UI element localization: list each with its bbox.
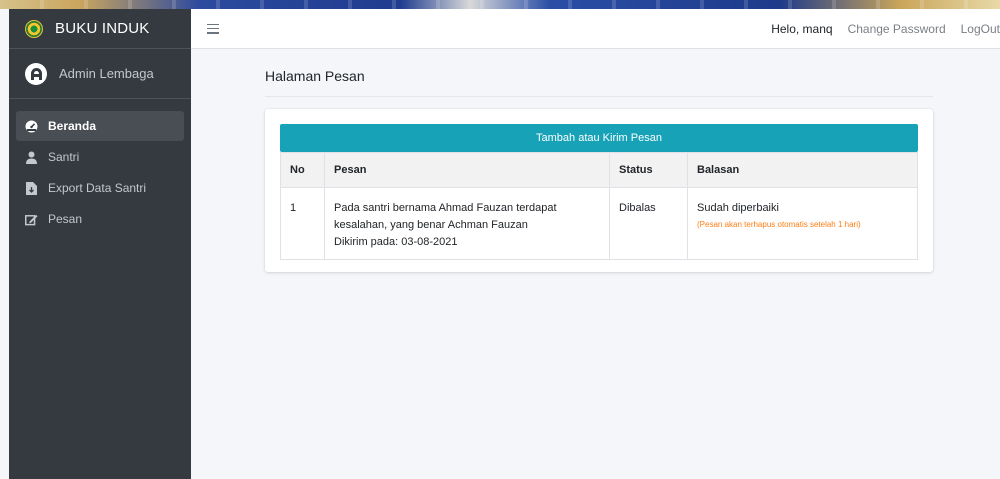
reply-note: (Pesan akan terhapus otomatis setelah 1 …	[697, 220, 861, 229]
user-icon	[25, 151, 38, 164]
sidebar-item-label: Pesan	[48, 212, 83, 226]
brand[interactable]: BUKU INDUK	[9, 9, 191, 49]
page-title: Halaman Pesan	[265, 68, 365, 84]
greeting-text: Helo, manq	[771, 21, 833, 36]
top-navbar: Helo, manq Change Password LogOut	[191, 9, 1000, 49]
sidebar-item-pesan[interactable]: Pesan	[16, 204, 184, 234]
avatar	[25, 62, 47, 85]
sidebar-nav: Beranda Santri Export Data Santri Pesan	[9, 99, 191, 234]
column-header-no: No	[280, 152, 325, 188]
sidebar: BUKU INDUK Admin Lembaga Beranda Santri …	[9, 9, 191, 479]
navbar-right: Helo, manq Change Password LogOut	[771, 22, 1000, 36]
message-text-line: Pada santri bernama Ahmad Fauzan terdapa…	[334, 202, 557, 214]
column-header-status: Status	[609, 152, 688, 188]
sidebar-item-label: Santri	[48, 150, 80, 164]
table-header-row: No Pesan Status Balasan	[280, 152, 918, 188]
sidebar-item-label: Beranda	[48, 119, 97, 133]
sidebar-item-export-data-santri[interactable]: Export Data Santri	[16, 173, 184, 203]
cell-no: 1	[280, 187, 325, 260]
edit-icon	[25, 213, 38, 226]
add-message-button[interactable]: Tambah atau Kirim Pesan	[280, 124, 918, 152]
cell-status: Dibalas	[609, 187, 688, 260]
file-export-icon	[25, 181, 38, 195]
title-divider	[265, 96, 933, 97]
column-header-balasan: Balasan	[687, 152, 918, 188]
user-panel[interactable]: Admin Lembaga	[9, 49, 191, 99]
sidebar-item-label: Export Data Santri	[48, 181, 147, 195]
message-date: Dikirim pada: 03-08-2021	[334, 236, 458, 248]
logout-link[interactable]: LogOut	[961, 22, 1000, 36]
table-row: 1 Pada santri bernama Ahmad Fauzan terda…	[280, 187, 918, 260]
sidebar-item-santri[interactable]: Santri	[16, 142, 184, 172]
brand-text: BUKU INDUK	[55, 20, 150, 37]
column-header-pesan: Pesan	[324, 152, 610, 188]
user-name: Admin Lembaga	[59, 66, 154, 81]
cell-pesan: Pada santri bernama Ahmad Fauzan terdapa…	[324, 187, 610, 260]
sidebar-item-beranda[interactable]: Beranda	[16, 111, 184, 141]
messages-table: No Pesan Status Balasan 1 Pada santri be…	[280, 152, 918, 260]
message-text-line: kesalahan, yang benar Achman Fauzan	[334, 219, 528, 231]
cell-balasan: Sudah diperbaiki (Pesan akan terhapus ot…	[687, 187, 918, 260]
header-banner	[0, 0, 1000, 9]
menu-toggle-icon[interactable]	[207, 23, 219, 34]
reply-text: Sudah diperbaiki	[697, 202, 779, 214]
dashboard-icon	[25, 120, 38, 133]
brand-logo	[25, 19, 43, 38]
change-password-link[interactable]: Change Password	[848, 22, 946, 36]
